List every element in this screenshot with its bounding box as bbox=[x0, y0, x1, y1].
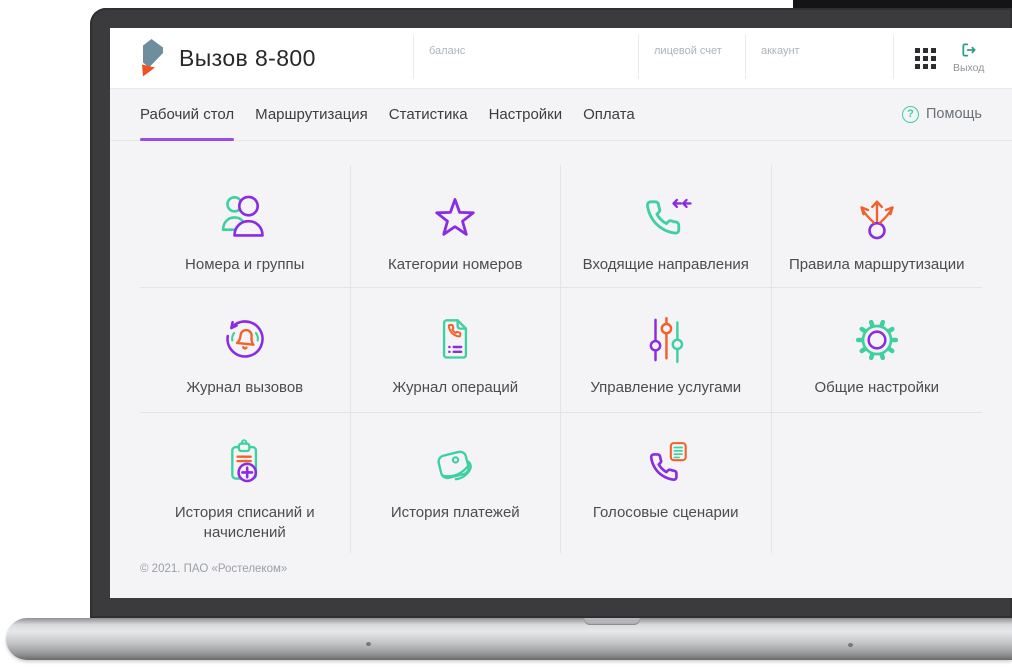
account-cell: аккаунт bbox=[745, 28, 893, 88]
question-circle-icon bbox=[901, 105, 919, 123]
apps-grid-icon bbox=[915, 47, 936, 69]
tile-voice-scripts[interactable]: Голосовые сценарии bbox=[561, 413, 772, 553]
base-screw bbox=[848, 643, 853, 647]
routing-arrows-icon bbox=[849, 188, 905, 246]
tile-label: Журнал операций bbox=[392, 379, 519, 396]
wallet-icon bbox=[427, 436, 483, 494]
tile-label: Журнал вызовов bbox=[186, 379, 304, 396]
tile-routing-arrows[interactable]: Правила маршрутизации bbox=[771, 165, 982, 288]
voice-scripts-icon bbox=[638, 436, 694, 494]
laptop-latch bbox=[584, 618, 640, 625]
tiles-grid: Номера и группы Категории номеров Входящи… bbox=[140, 165, 982, 553]
users-icon bbox=[217, 188, 273, 246]
tab-4[interactable]: Настройки bbox=[489, 88, 563, 140]
screen: Вызов 8-800 баланс лицевой счет аккаунт bbox=[110, 28, 1012, 598]
sliders-icon bbox=[638, 311, 694, 369]
tile-operations-log[interactable]: Журнал операций bbox=[350, 288, 561, 413]
tile-incoming-call[interactable]: Входящие направления bbox=[561, 165, 772, 288]
logout-label: Выход bbox=[953, 62, 985, 74]
tile-label: Голосовые сценарии bbox=[592, 504, 739, 521]
rostelecom-logo-icon bbox=[140, 39, 163, 77]
tile-call-log[interactable]: Журнал вызовов bbox=[140, 288, 351, 413]
tile-label: Категории номеров bbox=[388, 256, 523, 273]
charges-history-icon bbox=[217, 436, 273, 494]
tile-label: Общие настройки bbox=[814, 379, 940, 396]
account-label: аккаунт bbox=[761, 45, 800, 57]
tile-charges-history[interactable]: История списаний и начислений bbox=[140, 413, 351, 553]
incoming-call-icon bbox=[638, 188, 694, 246]
tab-1[interactable]: Рабочий стол bbox=[140, 88, 235, 141]
tile-label: История списаний и начислений bbox=[174, 504, 315, 542]
tab-5[interactable]: Оплата bbox=[583, 88, 635, 140]
tile-sliders[interactable]: Управление услугами bbox=[561, 288, 772, 413]
account-number-cell: лицевой счет bbox=[638, 28, 745, 88]
tile-label: Входящие направления bbox=[582, 256, 749, 273]
help-button[interactable]: Помощь bbox=[901, 88, 982, 140]
logout-button[interactable]: Выход bbox=[953, 42, 984, 74]
tab-3[interactable]: Статистика bbox=[389, 88, 468, 140]
app-title: Вызов 8-800 bbox=[179, 44, 316, 71]
gear-icon bbox=[849, 311, 905, 369]
nav-tabs: Рабочий стол Маршрутизация Статистика Настр… bbox=[140, 88, 656, 141]
apps-grid-button[interactable] bbox=[915, 47, 936, 69]
brand: Вызов 8-800 bbox=[110, 28, 413, 88]
app-header: Вызов 8-800 баланс лицевой счет аккаунт bbox=[110, 28, 1012, 88]
balance-cell: баланс bbox=[413, 28, 638, 88]
header-actions: Выход bbox=[893, 28, 1012, 88]
balance-label: баланс bbox=[429, 45, 466, 57]
tab-2[interactable]: Маршрутизация bbox=[255, 88, 368, 140]
account-number-label: лицевой счет bbox=[654, 45, 722, 57]
nav-bar: Рабочий стол Маршрутизация Статистика Настр… bbox=[110, 88, 1012, 141]
tile-gear[interactable]: Общие настройки bbox=[771, 288, 982, 413]
laptop-base bbox=[6, 618, 1012, 660]
tile-label: История платежей bbox=[390, 504, 520, 521]
base-screw bbox=[366, 642, 371, 646]
tile-users[interactable]: Номера и группы bbox=[140, 165, 351, 288]
call-log-icon bbox=[217, 311, 273, 369]
help-label: Помощь bbox=[925, 106, 982, 122]
logout-icon bbox=[961, 42, 977, 61]
tile-label: Управление услугами bbox=[590, 379, 742, 396]
star-icon bbox=[427, 188, 483, 246]
operations-log-icon bbox=[427, 311, 483, 369]
tile-label: Номера и группы bbox=[185, 256, 305, 273]
tile-wallet[interactable]: История платежей bbox=[351, 413, 561, 553]
tile-star[interactable]: Категории номеров bbox=[350, 165, 561, 288]
tile-empty-cell bbox=[772, 413, 983, 553]
tile-label: Правила маршрутизации bbox=[788, 256, 965, 273]
copyright-text: © 2021. ПАО «Ростелеком» bbox=[140, 563, 288, 575]
